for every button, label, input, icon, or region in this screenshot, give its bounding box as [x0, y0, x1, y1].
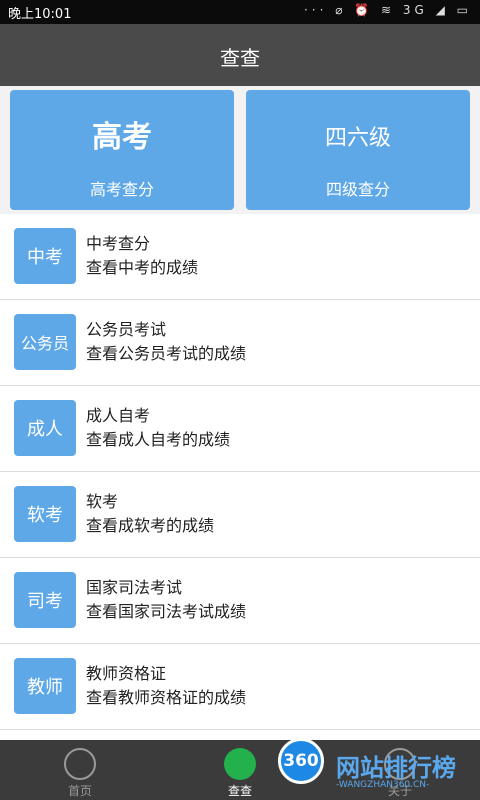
list-item-title: 软考	[86, 492, 119, 511]
nav-label-chacha: 查查	[227, 784, 252, 798]
watermark-360-logo: 360	[278, 738, 324, 784]
gaokao-logo-icon: 高考	[92, 120, 152, 155]
list-item-subtitle: 查看成软考的成绩	[86, 516, 215, 535]
list-item-subtitle: 查看成人自考的成绩	[86, 430, 231, 449]
watermark-text: 网站排行榜	[336, 754, 456, 782]
status-bar: 晚上10:01 ··· ⌀ ⏰ ≋ 3G ◢ ▭	[0, 0, 480, 24]
list-item-judicial-exam[interactable]: 司考 国家司法考试 查看国家司法考试成绩	[0, 558, 480, 644]
civil-service-icon: 公务员	[14, 314, 76, 370]
nav-label-home: 首页	[67, 784, 92, 798]
exam-list: 中考 中考查分 查看中考的成绩 公务员 公务员考试 查看公务员考试的成绩 成人 …	[0, 214, 480, 730]
list-item-civil-service[interactable]: 公务员 公务员考试 查看公务员考试的成绩	[0, 300, 480, 386]
cet-logo-icon: 四六级	[324, 126, 391, 151]
list-item-title: 教师资格证	[86, 664, 167, 683]
watermark-url: -WANGZHAN360.CN-	[336, 780, 430, 790]
home-circle-icon	[64, 748, 96, 780]
list-item-subtitle: 查看教师资格证的成绩	[86, 688, 247, 707]
gaokao-card[interactable]: 高考 高考查分	[10, 90, 234, 210]
status-icons: ··· ⌀ ⏰ ≋ 3G ◢ ▭	[303, 3, 472, 17]
list-item-title: 公务员考试	[86, 320, 167, 339]
status-time: 晚上10:01	[8, 7, 72, 22]
list-item-zhongkao[interactable]: 中考 中考查分 查看中考的成绩	[0, 214, 480, 300]
adult-exam-icon: 成人	[14, 400, 76, 456]
page-title: 查查	[220, 46, 260, 70]
list-item-software-exam[interactable]: 软考 软考 查看成软考的成绩	[0, 472, 480, 558]
list-item-teacher-cert[interactable]: 教师 教师资格证 查看教师资格证的成绩	[0, 644, 480, 730]
list-item-adult-exam[interactable]: 成人 成人自考 查看成人自考的成绩	[0, 386, 480, 472]
cet-card-label: 四级查分	[325, 180, 390, 199]
gaokao-card-label: 高考查分	[89, 180, 154, 199]
list-item-title: 成人自考	[86, 406, 151, 425]
cet-card[interactable]: 四六级 四级查分	[246, 90, 470, 210]
top-cards: 高考 高考查分 四六级 四级查分	[0, 86, 480, 214]
zhongkao-icon: 中考	[14, 228, 76, 284]
list-item-subtitle: 查看国家司法考试成绩	[86, 602, 247, 621]
nav-item-home[interactable]: 首页	[20, 740, 140, 800]
list-item-subtitle: 查看公务员考试的成绩	[86, 344, 247, 363]
list-item-title: 国家司法考试	[86, 578, 183, 597]
app-bar: 查查	[0, 24, 480, 86]
list-item-title: 中考查分	[86, 234, 151, 253]
software-exam-icon: 软考	[14, 486, 76, 542]
list-item-subtitle: 查看中考的成绩	[86, 258, 199, 277]
teacher-cert-icon: 教师	[14, 658, 76, 714]
judicial-exam-icon: 司考	[14, 572, 76, 628]
chacha-circle-icon	[224, 748, 256, 780]
